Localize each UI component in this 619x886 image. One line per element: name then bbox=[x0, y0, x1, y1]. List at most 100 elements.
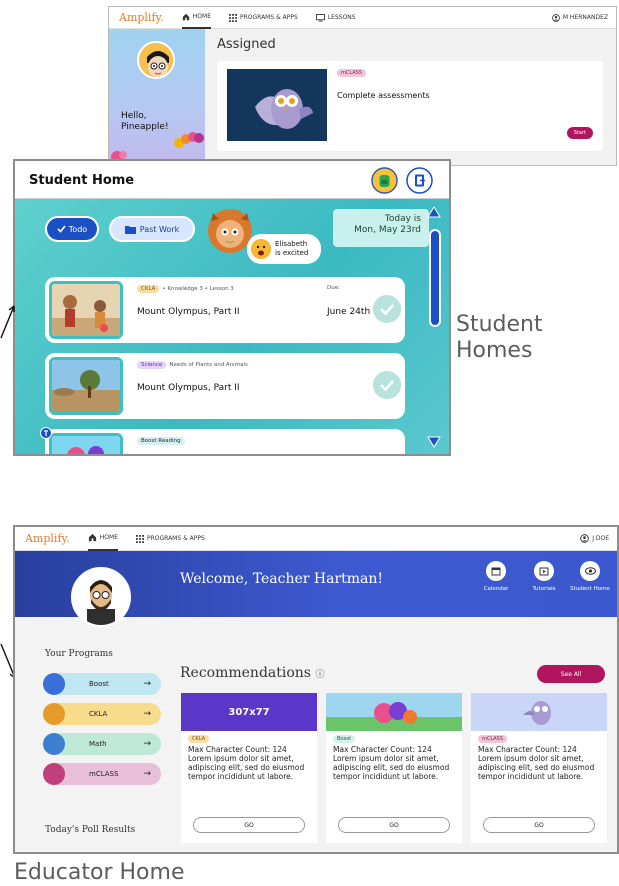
amplify-logo[interactable]: Amplify. bbox=[119, 11, 164, 24]
go-button[interactable]: GO bbox=[338, 817, 450, 833]
see-all-button[interactable]: See All bbox=[537, 665, 605, 683]
recommendations-label: Recommendations bbox=[180, 665, 311, 681]
assignment-title: Complete assessments bbox=[337, 91, 430, 100]
calendar-icon bbox=[486, 561, 506, 581]
task-tag: Science Needs of Plants and Animals bbox=[137, 361, 248, 369]
subject-chip: Boost Reading bbox=[137, 437, 185, 445]
tutorials-label: Tutorials bbox=[532, 586, 556, 592]
student-home-title: Student Home bbox=[29, 173, 135, 188]
task-meta: • Knowledge 3 • Lesson 3 bbox=[162, 286, 234, 292]
program-mclass[interactable]: mCLASS → bbox=[43, 763, 161, 785]
recommendation-text: Max Character Count: 124 Lorem ipsum dol… bbox=[188, 745, 305, 781]
teacher-avatar[interactable] bbox=[71, 567, 131, 627]
task-card[interactable]: Boost Reading bbox=[45, 429, 405, 454]
owl-illustration bbox=[227, 69, 327, 141]
info-icon[interactable]: ⓘ bbox=[315, 670, 324, 680]
scroll-down-button[interactable] bbox=[427, 433, 441, 452]
pointer-arrow-icon bbox=[0, 305, 15, 339]
ckla-icon bbox=[43, 703, 65, 725]
program-ckla[interactable]: CKLA → bbox=[43, 703, 161, 725]
scrollbar-thumb[interactable] bbox=[429, 229, 441, 327]
task-card[interactable]: Science Needs of Plants and Animals Moun… bbox=[45, 353, 405, 419]
complete-check-button[interactable] bbox=[373, 371, 401, 399]
educator-top-nav: Amplify. HOME PROGRAMS & APPS J DOE bbox=[15, 527, 617, 551]
backpack-button[interactable] bbox=[371, 167, 398, 194]
complete-check-button[interactable] bbox=[373, 295, 401, 323]
educator-home-window: Amplify. HOME PROGRAMS & APPS J DOE Welc… bbox=[13, 525, 619, 854]
eye-icon bbox=[580, 561, 600, 581]
assigned-heading: Assigned bbox=[217, 37, 276, 52]
user-menu[interactable]: M HERNANDEZ bbox=[551, 13, 608, 22]
backpack-icon bbox=[371, 167, 398, 194]
program-chip: Boost bbox=[333, 735, 356, 743]
arrow-right-icon: → bbox=[143, 679, 151, 689]
tutorials-button[interactable]: Tutorials bbox=[521, 561, 567, 592]
caterpillar-icon bbox=[174, 132, 204, 148]
nav-home-label: HOME bbox=[99, 534, 118, 541]
student-greeting: Hello, Pineapple! bbox=[121, 111, 169, 133]
task-card[interactable]: CKLA • Knowledge 3 • Lesson 3 Mount Olym… bbox=[45, 277, 405, 343]
program-label: Math bbox=[89, 740, 107, 748]
user-circle-icon bbox=[580, 534, 590, 543]
student-home-button[interactable]: Student Home bbox=[567, 561, 613, 592]
subject-chip: Science bbox=[137, 361, 167, 369]
grid-icon bbox=[135, 534, 144, 543]
triangle-up-icon bbox=[427, 206, 441, 218]
recommendation-card[interactable]: Boost Max Character Count: 124 Lorem ips… bbox=[326, 693, 462, 843]
scroll-up-button[interactable] bbox=[427, 203, 441, 222]
boost-image bbox=[326, 693, 462, 731]
check-icon bbox=[373, 295, 401, 323]
today-date: Mon, May 23rd bbox=[354, 225, 421, 235]
today-date-card: Today is Mon, May 23rd bbox=[333, 209, 429, 247]
task-title: Mount Olympus, Part II bbox=[137, 307, 240, 317]
nav-programs[interactable]: PROGRAMS & APPS bbox=[228, 13, 298, 22]
check-icon bbox=[373, 371, 401, 399]
subject-chip: CKLA bbox=[137, 285, 160, 293]
arrow-right-icon: → bbox=[143, 709, 151, 719]
user-menu[interactable]: J DOE bbox=[580, 534, 609, 543]
home-icon bbox=[88, 533, 97, 542]
task-meta: Needs of Plants and Animals bbox=[169, 362, 248, 368]
student-avatar[interactable] bbox=[137, 41, 175, 79]
task-tag: Boost Reading bbox=[137, 437, 185, 445]
tutorials-icon bbox=[534, 561, 554, 581]
recommendation-card[interactable]: mCLASS Max Character Count: 124 Lorem ip… bbox=[471, 693, 607, 843]
program-label: Boost bbox=[89, 680, 109, 688]
student-top-nav: Amplify. HOME PROGRAMS & APPS LESSONS M … bbox=[109, 7, 616, 29]
callout-line-1: Student bbox=[456, 312, 543, 337]
program-chip: CKLA bbox=[188, 735, 210, 743]
nav-lessons-label: LESSONS bbox=[327, 14, 356, 21]
user-circle-icon bbox=[551, 13, 560, 22]
student-dashboard-window: Amplify. HOME PROGRAMS & APPS LESSONS M … bbox=[108, 6, 617, 166]
task-tag: CKLA • Knowledge 3 • Lesson 3 bbox=[137, 285, 234, 293]
nav-programs-label: PROGRAMS & APPS bbox=[146, 535, 205, 542]
today-label: Today is bbox=[384, 214, 421, 224]
checkmark-icon bbox=[57, 225, 66, 233]
triangle-down-icon bbox=[427, 436, 441, 448]
nav-home[interactable]: HOME bbox=[181, 7, 211, 29]
program-boost[interactable]: Boost → bbox=[43, 673, 161, 695]
logout-button[interactable] bbox=[406, 167, 433, 194]
task-title: Mount Olympus, Part II bbox=[137, 383, 240, 393]
start-button[interactable]: Start bbox=[566, 127, 593, 139]
nav-lessons[interactable]: LESSONS bbox=[315, 13, 356, 22]
nav-programs[interactable]: PROGRAMS & APPS bbox=[135, 534, 205, 543]
recommendation-card[interactable]: 307x77 CKLA Max Character Count: 124 Lor… bbox=[181, 693, 317, 843]
placeholder-image: 307x77 bbox=[181, 693, 317, 731]
task-thumbnail bbox=[49, 357, 123, 415]
logout-door-icon bbox=[406, 167, 433, 194]
nav-home[interactable]: HOME bbox=[87, 527, 118, 551]
user-name: J DOE bbox=[592, 535, 609, 542]
todo-tab[interactable]: Todo bbox=[45, 216, 99, 242]
calendar-button[interactable]: Calendar bbox=[473, 561, 519, 592]
folder-icon bbox=[124, 225, 136, 234]
past-work-tab[interactable]: Past Work bbox=[109, 216, 195, 242]
go-button[interactable]: GO bbox=[193, 817, 305, 833]
poll-results-heading: Today's Poll Results bbox=[45, 825, 136, 835]
welcome-heading: Welcome, Teacher Hartman! bbox=[180, 571, 384, 587]
go-button[interactable]: GO bbox=[483, 817, 595, 833]
program-math[interactable]: Math → bbox=[43, 733, 161, 755]
assignment-card[interactable]: mCLASS Complete assessments Start bbox=[217, 61, 603, 151]
amplify-logo[interactable]: Amplify. bbox=[25, 532, 70, 545]
boost-icon bbox=[43, 673, 65, 695]
